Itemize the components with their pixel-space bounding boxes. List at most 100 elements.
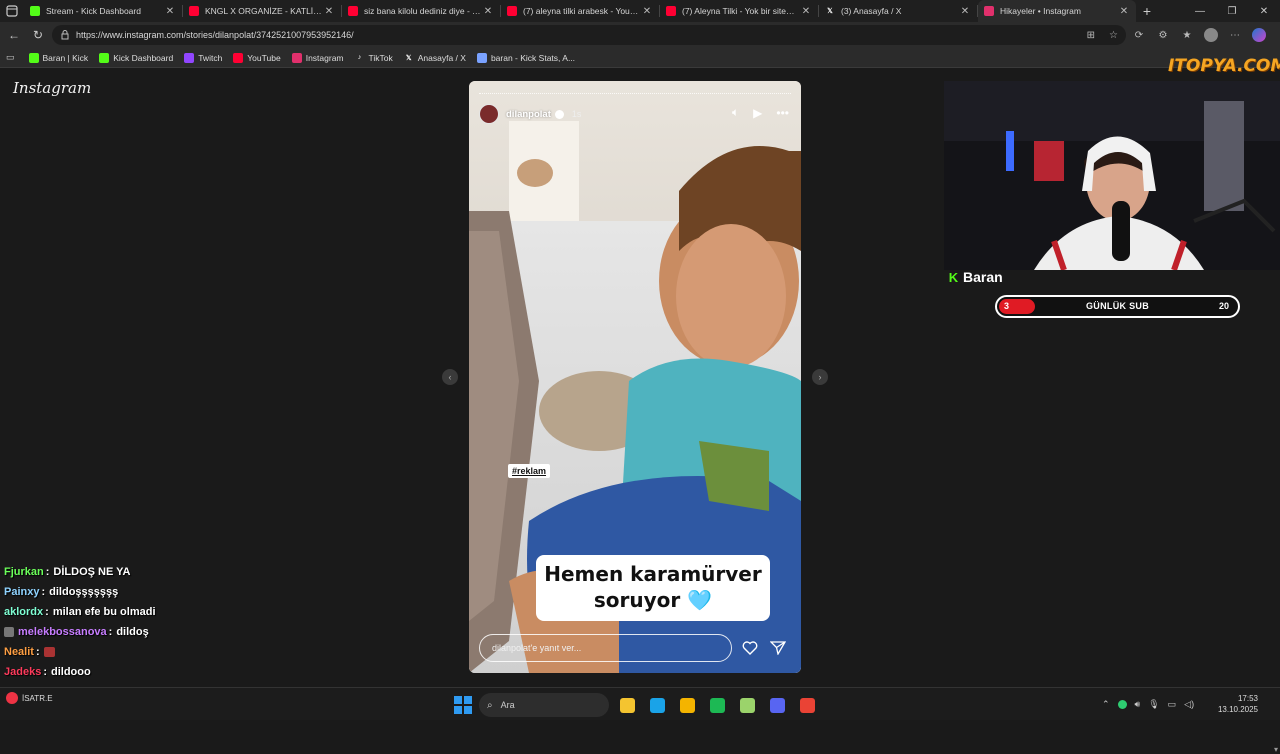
tiktok-icon: ♪ (357, 54, 362, 61)
taskbar-clock[interactable]: 17:53 13.10.2025 (1218, 693, 1258, 715)
browser-tab[interactable]: siz bana kilolu dediniz diye - You ✕ (342, 0, 500, 22)
tab-close-icon[interactable]: ✕ (323, 6, 335, 17)
kick-icon (30, 6, 40, 16)
tab-close-icon[interactable]: ✕ (959, 6, 971, 17)
tab-close-icon[interactable]: ✕ (164, 6, 176, 17)
app-icon[interactable] (735, 693, 759, 717)
taskbar-search[interactable]: ⌕ Ara (479, 693, 609, 717)
spotify-icon[interactable] (705, 693, 729, 717)
more-menu-icon[interactable]: ⋯ (1228, 28, 1242, 42)
windows-taskbar: İSATR.E ⌕ Ara ⌃ 🔊︎ 🎙︎ ▭ ◁) 17:53 13.10.2… (0, 687, 1280, 720)
refresh-extension-icon[interactable]: ⟳ (1132, 28, 1146, 42)
browser-tab[interactable]: KNGL X ORGANİZE - KATLİHAV 4✕ (183, 0, 341, 22)
bookmark-item[interactable]: Instagram (291, 52, 344, 63)
favorites-icon[interactable]: ★ (1180, 28, 1194, 42)
maximize-button[interactable]: ❐ (1216, 0, 1248, 22)
chrome-icon[interactable] (795, 693, 819, 717)
chat-message: Fjurkan: DİLDOŞ NE YA (4, 562, 424, 582)
bookmark-item[interactable]: 𝕏 Anasayfa / X (404, 53, 466, 63)
chat-username: aklordx (4, 606, 44, 618)
bookmark-label: Twitch (198, 52, 223, 63)
chat-message: Jadeks: dildooo (4, 662, 424, 682)
weather-text: İSATR.E (22, 693, 53, 703)
bookmark-label: TikTok (368, 52, 393, 63)
tab-actions-icon (6, 5, 18, 17)
browser-tab[interactable]: Hikayeler • Instagram ✕ (978, 0, 1136, 22)
hashtag-sticker[interactable]: #reklam (508, 464, 551, 478)
sub-goal-bar: 3 GÜNLÜK SUB 20 (995, 295, 1240, 318)
bookmark-label: Anasayfa / X (417, 52, 466, 63)
bookmark-item[interactable]: Twitch (184, 52, 223, 63)
tab-close-icon[interactable]: ✕ (1118, 6, 1130, 17)
bookmark-item[interactable]: Kick Dashboard (99, 52, 173, 63)
instagram-page: Instagram ‹ › dilanpolat 1s 🔈︎ ▶ ••• #re… (0, 56, 1280, 754)
display-icon[interactable]: ▭ (1168, 699, 1177, 710)
story-prev-button[interactable]: ‹ (442, 369, 458, 385)
story-user-avatar[interactable] (479, 104, 499, 124)
weather-widget[interactable]: İSATR.E (6, 692, 53, 704)
chat-separator: : (45, 566, 50, 578)
instagram-icon (984, 6, 994, 16)
favorite-star-icon[interactable]: ☆ (1109, 30, 1118, 41)
tab-title: Hikayeler • Instagram (1000, 6, 1081, 16)
bookmark-item[interactable]: ♪ TikTok (355, 53, 393, 63)
story-next-button[interactable]: › (812, 369, 828, 385)
play-icon[interactable]: ▶ (753, 106, 762, 120)
status-dot-icon[interactable] (1117, 699, 1127, 709)
chat-username: Jadeks (4, 666, 42, 678)
new-tab-button[interactable]: + (1136, 3, 1158, 19)
story-reply-input[interactable] (479, 634, 732, 662)
tab-close-icon[interactable]: ✕ (800, 6, 812, 17)
site-info-icon[interactable] (60, 30, 70, 40)
like-heart-icon[interactable] (740, 638, 760, 658)
tab-close-icon[interactable]: ✕ (482, 6, 494, 17)
reload-button[interactable]: ↻ (26, 23, 50, 47)
bookmark-item[interactable]: Baran | Kick (28, 52, 89, 63)
story-viewer[interactable]: dilanpolat 1s 🔈︎ ▶ ••• #reklam Hemen kar… (469, 81, 801, 673)
profile-avatar[interactable] (1204, 28, 1218, 42)
minimize-button[interactable]: — (1184, 0, 1216, 22)
story-reply-bar (479, 633, 795, 663)
twitch-icon (184, 52, 195, 63)
close-window-button[interactable]: ✕ (1248, 0, 1280, 22)
bookmark-item[interactable]: YouTube (233, 52, 281, 63)
speaker-icon[interactable]: ◁) (1184, 699, 1194, 710)
chat-message: melekbossanova: dildoş (4, 622, 424, 642)
back-button[interactable]: ← (2, 23, 26, 47)
spotify-glyph (709, 697, 725, 713)
browser-tab[interactable]: 𝕏 (3) Anasayfa / X ✕ (819, 0, 977, 22)
discord-icon[interactable] (765, 693, 789, 717)
folder-icon[interactable] (675, 693, 699, 717)
extensions-icon[interactable]: ⚙ (1156, 28, 1170, 42)
bookmark-item[interactable]: baran - Kick Stats, A... (476, 52, 575, 63)
tab-title: siz bana kilolu dediniz diye - You (364, 6, 482, 16)
address-bar[interactable]: https://www.instagram.com/stories/dilanp… (52, 25, 1126, 45)
story-username[interactable]: dilanpolat (506, 109, 551, 120)
tab-actions-menu[interactable] (0, 0, 24, 22)
caption-line-1: Hemen karamürver (544, 562, 762, 586)
copilot-icon[interactable] (1252, 28, 1266, 42)
kick-icon (99, 52, 110, 63)
file-explorer-icon[interactable] (615, 693, 639, 717)
volume-tray-icon[interactable]: 🔊︎ (1135, 699, 1141, 710)
browser-tab[interactable]: (7) aleyna tilki arabesk - YouTube ✕ (501, 0, 659, 22)
browser-tab[interactable]: (7) Aleyna Tilki - Yok bir sitemim ✕ (660, 0, 818, 22)
bookmark-label: YouTube (247, 52, 281, 63)
reading-list-icon[interactable]: ▭ (6, 52, 15, 63)
scroll-down-arrow[interactable]: ▾ (1274, 745, 1278, 754)
bookmark-label: Baran | Kick (42, 52, 89, 63)
volume-icon[interactable]: 🔈︎ (732, 105, 739, 120)
tab-close-icon[interactable]: ✕ (641, 6, 653, 17)
more-options-icon[interactable]: ••• (776, 106, 789, 120)
chat-emote-icon (43, 647, 55, 657)
share-send-icon[interactable] (768, 638, 788, 658)
kick-icon (28, 52, 39, 63)
app-available-icon[interactable]: ⊞ (1087, 30, 1095, 41)
microphone-icon[interactable]: 🎙︎ (1148, 699, 1159, 710)
tray-overflow-icon[interactable]: ⌃ (1102, 699, 1110, 710)
chat-separator: : (43, 666, 47, 678)
start-button[interactable] (453, 695, 473, 715)
instagram-logo[interactable]: Instagram (13, 79, 91, 97)
browser-tab[interactable]: Stream - Kick Dashboard ✕ (24, 0, 182, 22)
edge-icon[interactable] (645, 693, 669, 717)
